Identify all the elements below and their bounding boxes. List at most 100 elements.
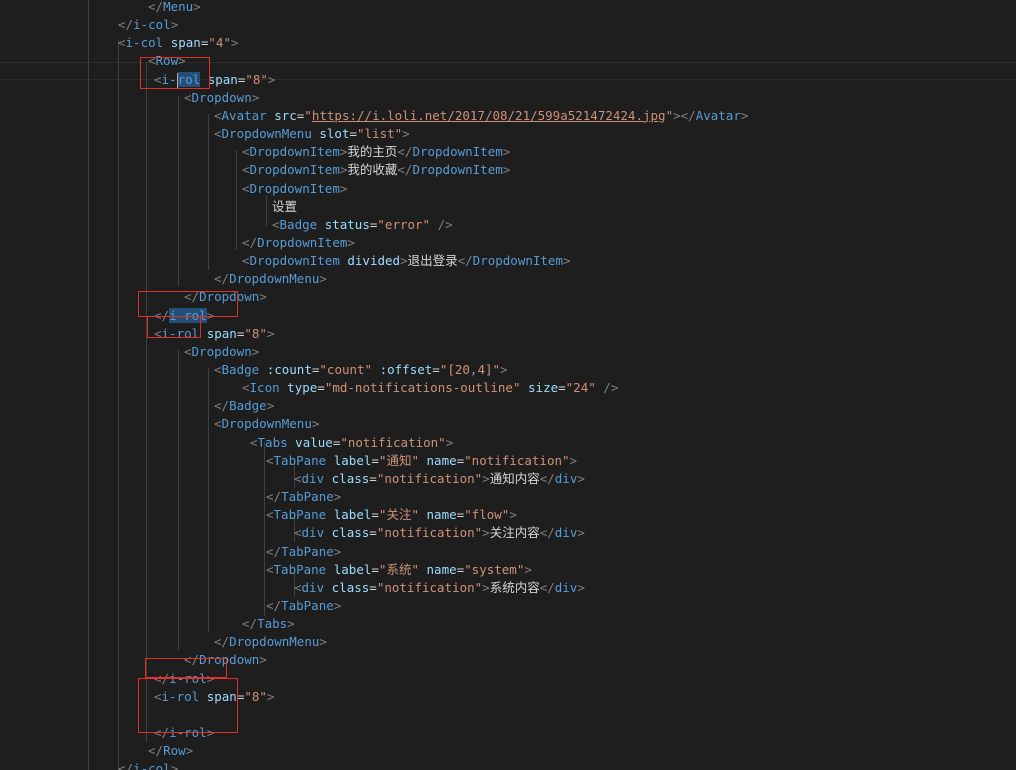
code-line[interactable]: </TabPane> xyxy=(266,597,341,615)
code-token: > xyxy=(333,597,342,613)
code-token: :offset xyxy=(379,362,433,377)
code-token: > xyxy=(230,35,239,51)
code-token: Avatar xyxy=(695,107,741,123)
code-token: > xyxy=(251,343,260,359)
code-token: TabPane xyxy=(273,561,327,577)
code-line[interactable]: <i-col span="4"> xyxy=(118,34,238,52)
code-token: src xyxy=(274,107,297,123)
code-token: "[20,4]" xyxy=(439,362,501,377)
code-token: span xyxy=(207,71,238,87)
code-token: i-col xyxy=(133,17,171,33)
code-token: "error" xyxy=(377,216,431,232)
code-token: > xyxy=(562,253,571,269)
code-line[interactable]: <Icon type="md-notifications-outline" si… xyxy=(242,379,618,397)
code-line[interactable]: </DropdownMenu> xyxy=(214,270,327,288)
code-token: > xyxy=(311,416,320,432)
red-highlight-box xyxy=(140,57,210,89)
code-token: TabPane xyxy=(281,489,334,505)
code-line[interactable]: <DropdownMenu slot="list"> xyxy=(214,125,410,143)
code-token: > xyxy=(319,271,327,287)
code-token: > xyxy=(577,525,585,541)
code-token: </ xyxy=(242,234,258,250)
code-token: "通知" xyxy=(378,452,419,468)
code-line[interactable]: <Tabs value="notification"> xyxy=(250,434,453,452)
code-token: </ xyxy=(148,743,164,759)
code-token: = xyxy=(371,507,379,523)
code-token: > xyxy=(500,362,508,377)
code-token: name xyxy=(426,507,457,523)
code-token: span xyxy=(206,325,237,341)
code-line[interactable]: </Tabs> xyxy=(242,615,295,633)
code-line[interactable]: </Badge> xyxy=(214,397,274,415)
code-line[interactable]: </DropdownMenu> xyxy=(214,633,327,651)
code-token: DropdownMenu xyxy=(221,416,312,432)
code-line[interactable]: <DropdownItem divided>退出登录</DropdownItem… xyxy=(242,252,571,270)
indent-guide xyxy=(236,150,237,250)
code-token: Badge xyxy=(279,216,318,232)
code-line[interactable]: </i-col> xyxy=(118,16,178,34)
code-line[interactable]: </Row> xyxy=(148,742,193,760)
code-line[interactable]: </TabPane> xyxy=(266,543,341,561)
code-token: > xyxy=(333,543,342,559)
code-line[interactable]: <Badge status="error" /> xyxy=(272,216,453,234)
code-token: TabPane xyxy=(281,543,334,559)
code-line[interactable]: <DropdownMenu> xyxy=(214,415,319,433)
code-token: DropdownItem xyxy=(257,234,348,250)
code-token: "系统" xyxy=(378,561,419,577)
code-token: type xyxy=(287,380,318,396)
code-line[interactable]: <DropdownItem>我的收藏</DropdownItem> xyxy=(242,161,510,179)
code-line[interactable]: <DropdownItem>我的主页</DropdownItem> xyxy=(242,143,510,161)
code-token: div xyxy=(554,470,578,486)
code-token: DropdownItem xyxy=(412,162,503,178)
code-token: 退出登录 xyxy=(407,253,458,269)
code-token: > xyxy=(347,234,355,250)
code-editor[interactable]: </Menu> </i-col> <i-col span="4"> <Row> <i-r… xyxy=(0,0,1016,770)
code-line[interactable]: <div class="notification">系统内容</div> xyxy=(294,579,585,597)
code-line[interactable]: </i-col> xyxy=(118,760,178,770)
code-token: > xyxy=(185,743,194,759)
code-token: label xyxy=(333,561,372,577)
code-token: "8" xyxy=(244,688,267,704)
code-token: class xyxy=(331,525,370,541)
code-line[interactable]: <TabPane label="通知" name="notification"> xyxy=(266,452,577,470)
code-line[interactable]: <div class="notification">通知内容</div> xyxy=(294,470,585,488)
code-line[interactable]: <Avatar src="https://i.loli.net/2017/08/… xyxy=(214,107,748,125)
code-token: </ xyxy=(397,144,413,160)
code-token: > xyxy=(267,71,276,87)
code-token: Dropdown xyxy=(191,343,252,359)
code-token: TabPane xyxy=(273,507,327,523)
code-line[interactable]: <div class="notification">关注内容</div> xyxy=(294,524,585,542)
code-line[interactable]: <Dropdown> xyxy=(184,343,259,361)
code-token: > xyxy=(502,162,511,178)
code-token: slot xyxy=(319,126,350,142)
code-line[interactable]: </DropdownItem> xyxy=(242,234,355,252)
code-token: "notification" xyxy=(376,525,483,541)
code-token: </ xyxy=(266,543,282,559)
code-line[interactable]: </Menu> xyxy=(148,0,201,16)
code-token: 我的收藏 xyxy=(347,162,398,178)
code-line[interactable]: <Badge :count="count" :offset="[20,4]"> xyxy=(214,361,508,379)
code-token: "flow" xyxy=(464,507,510,523)
code-line[interactable]: 设置 xyxy=(272,198,297,216)
code-token: = xyxy=(371,452,379,468)
code-line[interactable]: <DropdownItem> xyxy=(242,180,347,198)
indent-guide xyxy=(208,368,209,632)
code-line[interactable]: <Dropdown> xyxy=(184,89,259,107)
code-token: < xyxy=(184,343,192,359)
code-line[interactable]: </TabPane> xyxy=(266,488,341,506)
code-line[interactable]: <TabPane label="关注" name="flow"> xyxy=(266,506,517,524)
code-token: " xyxy=(665,107,674,123)
code-token: Row xyxy=(163,743,186,759)
code-token: DropdownItem xyxy=(412,144,503,160)
code-line[interactable]: <TabPane label="系统" name="system"> xyxy=(266,561,532,579)
code-token: 关注内容 xyxy=(489,525,540,541)
code-token: "system" xyxy=(464,561,525,577)
code-token: = xyxy=(432,362,440,377)
